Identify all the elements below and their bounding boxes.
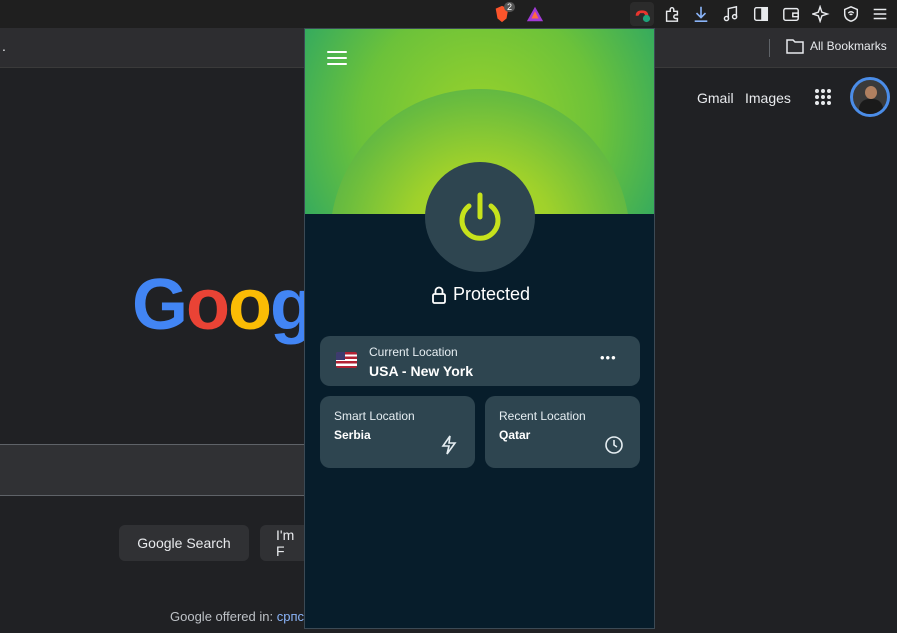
apps-grid-icon[interactable] (814, 88, 832, 106)
extensions-icon[interactable] (660, 2, 684, 26)
power-button[interactable] (425, 162, 535, 272)
google-logo: Goog (132, 265, 314, 345)
feeling-lucky-button[interactable]: I'm F (260, 525, 304, 561)
bookmarks-overflow[interactable]: . (2, 38, 6, 54)
recent-location-label: Recent Location (499, 409, 586, 423)
current-location-card[interactable]: Current Location USA - New York ••• (320, 336, 640, 386)
clock-icon (605, 436, 623, 454)
current-location-label: Current Location (369, 345, 458, 359)
gmail-link[interactable]: Gmail (697, 90, 734, 106)
current-location-value: USA - New York (369, 363, 473, 379)
offered-in-text: Google offered in: српс (170, 609, 304, 624)
power-icon (459, 192, 501, 241)
lock-icon (432, 286, 446, 304)
search-input[interactable] (0, 444, 320, 496)
us-flag-icon (336, 352, 357, 368)
sidebar-icon[interactable] (749, 2, 773, 26)
menu-icon[interactable] (868, 2, 892, 26)
language-link[interactable]: српс (277, 609, 304, 624)
status-text: Protected (452, 284, 531, 304)
hamburger-menu-icon[interactable] (327, 51, 347, 67)
google-search-button[interactable]: Google Search (119, 525, 249, 561)
brave-vpn-icon[interactable] (839, 2, 863, 26)
smart-location-label: Smart Location (334, 409, 415, 423)
connection-status: Protected (305, 284, 654, 305)
vpn-popup: Protected Current Location USA - New Yor… (304, 28, 655, 629)
all-bookmarks-label: All Bookmarks (810, 39, 887, 53)
recent-location-value: Qatar (499, 428, 531, 442)
lightning-icon (441, 435, 457, 455)
brave-shields-icon[interactable]: 2 (490, 2, 516, 26)
offered-in-label: Google offered in: (170, 609, 274, 624)
download-icon[interactable] (689, 2, 713, 26)
shields-badge: 2 (504, 2, 516, 12)
music-icon[interactable] (719, 2, 743, 26)
smart-location-value: Serbia (334, 428, 371, 442)
images-link[interactable]: Images (745, 90, 791, 106)
leo-ai-icon[interactable] (809, 2, 833, 26)
recent-location-card[interactable]: Recent Location Qatar (485, 396, 640, 468)
browser-toolbar: 2 (0, 0, 897, 28)
all-bookmarks-button[interactable]: All Bookmarks (786, 38, 887, 54)
bookmarks-divider (769, 39, 770, 57)
vpn-extension-icon[interactable] (630, 2, 654, 26)
wallet-icon[interactable] (779, 2, 803, 26)
more-options-icon[interactable]: ••• (600, 350, 617, 365)
avatar[interactable] (850, 77, 890, 117)
smart-location-card[interactable]: Smart Location Serbia (320, 396, 475, 468)
folder-icon (786, 39, 804, 54)
brave-rewards-icon[interactable] (523, 2, 547, 26)
